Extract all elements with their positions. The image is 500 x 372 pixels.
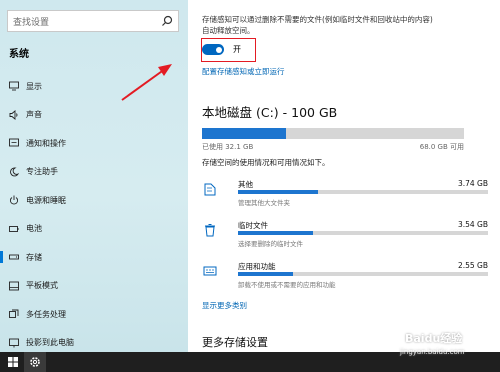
sidebar-item-label: 显示: [26, 81, 42, 91]
toggle-state-label: 开: [233, 45, 241, 54]
search-placeholder: 查找设置: [13, 18, 50, 28]
sidebar-nav: 显示 声音 通知和操作 专注助手 电源和睡眠 电池 存储 平板模式 多任务处理 …: [0, 72, 188, 357]
configure-storage-sense-link[interactable]: 配置存储感知或立即运行: [202, 66, 285, 77]
projection-icon: [9, 338, 19, 348]
sidebar-item-label: 多任务处理: [26, 309, 66, 319]
speaker-icon: [9, 109, 18, 120]
drive-description: 存储空间的使用情况和可用情况如下。: [202, 158, 330, 167]
toggle-knob: [216, 46, 222, 53]
category-size: 3.74 GB: [457, 179, 488, 188]
sidebar-item-storage[interactable]: 存储: [0, 243, 188, 272]
search-icon[interactable]: [161, 15, 173, 27]
apps-icon: [203, 266, 217, 276]
multitask-icon: [9, 309, 19, 319]
settings-sidebar: 查找设置 系统 显示 声音 通知和操作 专注助手 电源和睡眠 电池 存储 平板模…: [0, 0, 188, 352]
sidebar-item-label: 存储: [26, 252, 42, 262]
category-usage-bar: [238, 231, 488, 235]
sidebar-item-power-sleep[interactable]: 电源和睡眠: [0, 186, 188, 215]
category-size: 3.54 GB: [457, 220, 488, 229]
drive-free-label: 68.0 GB 可用: [419, 143, 464, 151]
category-subtitle: 卸载不使用或不需要的应用和功能: [238, 281, 336, 289]
settings-gear-icon[interactable]: [24, 352, 46, 372]
monitor-icon: [9, 81, 19, 91]
watermark-url: jingyan.baidu.com: [400, 348, 465, 356]
description-line-1: 存储感知可以通过删除不需要的文件(例如临时文件和回收站中的内容): [202, 15, 433, 24]
category-usage-fill: [238, 272, 293, 276]
tablet-icon: [9, 281, 19, 291]
other-files-icon: [204, 183, 216, 196]
category-subtitle: 管理其他大文件夹: [238, 199, 290, 207]
category-name: 其他: [238, 180, 253, 189]
description-line-2: 自动释放空间。: [202, 26, 255, 35]
storage-sense-toggle[interactable]: [202, 44, 224, 55]
battery-icon: [9, 225, 19, 232]
sidebar-item-multitasking[interactable]: 多任务处理: [0, 300, 188, 329]
sidebar-item-label: 电池: [26, 224, 42, 234]
sidebar-item-label: 声音: [26, 110, 42, 120]
sidebar-item-label: 平板模式: [26, 281, 58, 291]
storage-page: 存储感知可以通过删除不需要的文件(例如临时文件和回收站中的内容) 自动释放空间。…: [188, 0, 500, 352]
sidebar-item-notifications[interactable]: 通知和操作: [0, 129, 188, 158]
baidu-watermark: Baidu经验: [405, 332, 463, 345]
more-storage-settings-title: 更多存储设置: [202, 336, 268, 349]
sidebar-item-label: 专注助手: [26, 167, 58, 177]
category-name: 临时文件: [238, 221, 268, 230]
sidebar-item-tablet-mode[interactable]: 平板模式: [0, 272, 188, 301]
storage-sense-description: 存储感知可以通过删除不需要的文件(例如临时文件和回收站中的内容) 自动释放空间。: [202, 14, 492, 36]
sidebar-item-battery[interactable]: 电池: [0, 215, 188, 244]
category-usage-bar: [238, 190, 488, 194]
category-size: 2.55 GB: [457, 261, 488, 270]
search-box[interactable]: 查找设置: [7, 10, 179, 32]
category-apps-features[interactable]: 应用和功能 2.55 GB 卸载不使用或不需要的应用和功能: [202, 261, 492, 293]
trash-icon: [205, 224, 215, 237]
sidebar-item-focus-assist[interactable]: 专注助手: [0, 158, 188, 187]
show-more-categories-link[interactable]: 显示更多类别: [202, 300, 247, 311]
windows-start-icon[interactable]: [4, 352, 22, 372]
sidebar-item-label: 投影到此电脑: [26, 338, 74, 348]
category-subtitle: 选择要删除的临时文件: [238, 240, 303, 248]
drive-title: 本地磁盘 (C:) - 100 GB: [202, 105, 338, 120]
sidebar-item-sound[interactable]: 声音: [0, 101, 188, 130]
sidebar-item-label: 电源和睡眠: [26, 195, 66, 205]
category-temp-files[interactable]: 临时文件 3.54 GB 选择要删除的临时文件: [202, 220, 492, 252]
section-title: 系统: [9, 49, 29, 60]
category-name: 应用和功能: [238, 262, 276, 271]
notification-icon: [9, 138, 19, 147]
power-icon: [9, 195, 19, 205]
sidebar-item-label: 通知和操作: [26, 138, 66, 148]
category-usage-fill: [238, 190, 318, 194]
category-usage-bar: [238, 272, 488, 276]
drive-used-label: 已使用 32.1 GB: [202, 143, 254, 151]
category-usage-fill: [238, 231, 313, 235]
drive-usage-bar[interactable]: [202, 128, 464, 139]
category-other[interactable]: 其他 3.74 GB 管理其他大文件夹: [202, 179, 492, 211]
moon-icon: [10, 167, 19, 177]
sidebar-item-display[interactable]: 显示: [0, 72, 188, 101]
storage-icon: [9, 254, 19, 260]
drive-usage-fill: [202, 128, 287, 139]
